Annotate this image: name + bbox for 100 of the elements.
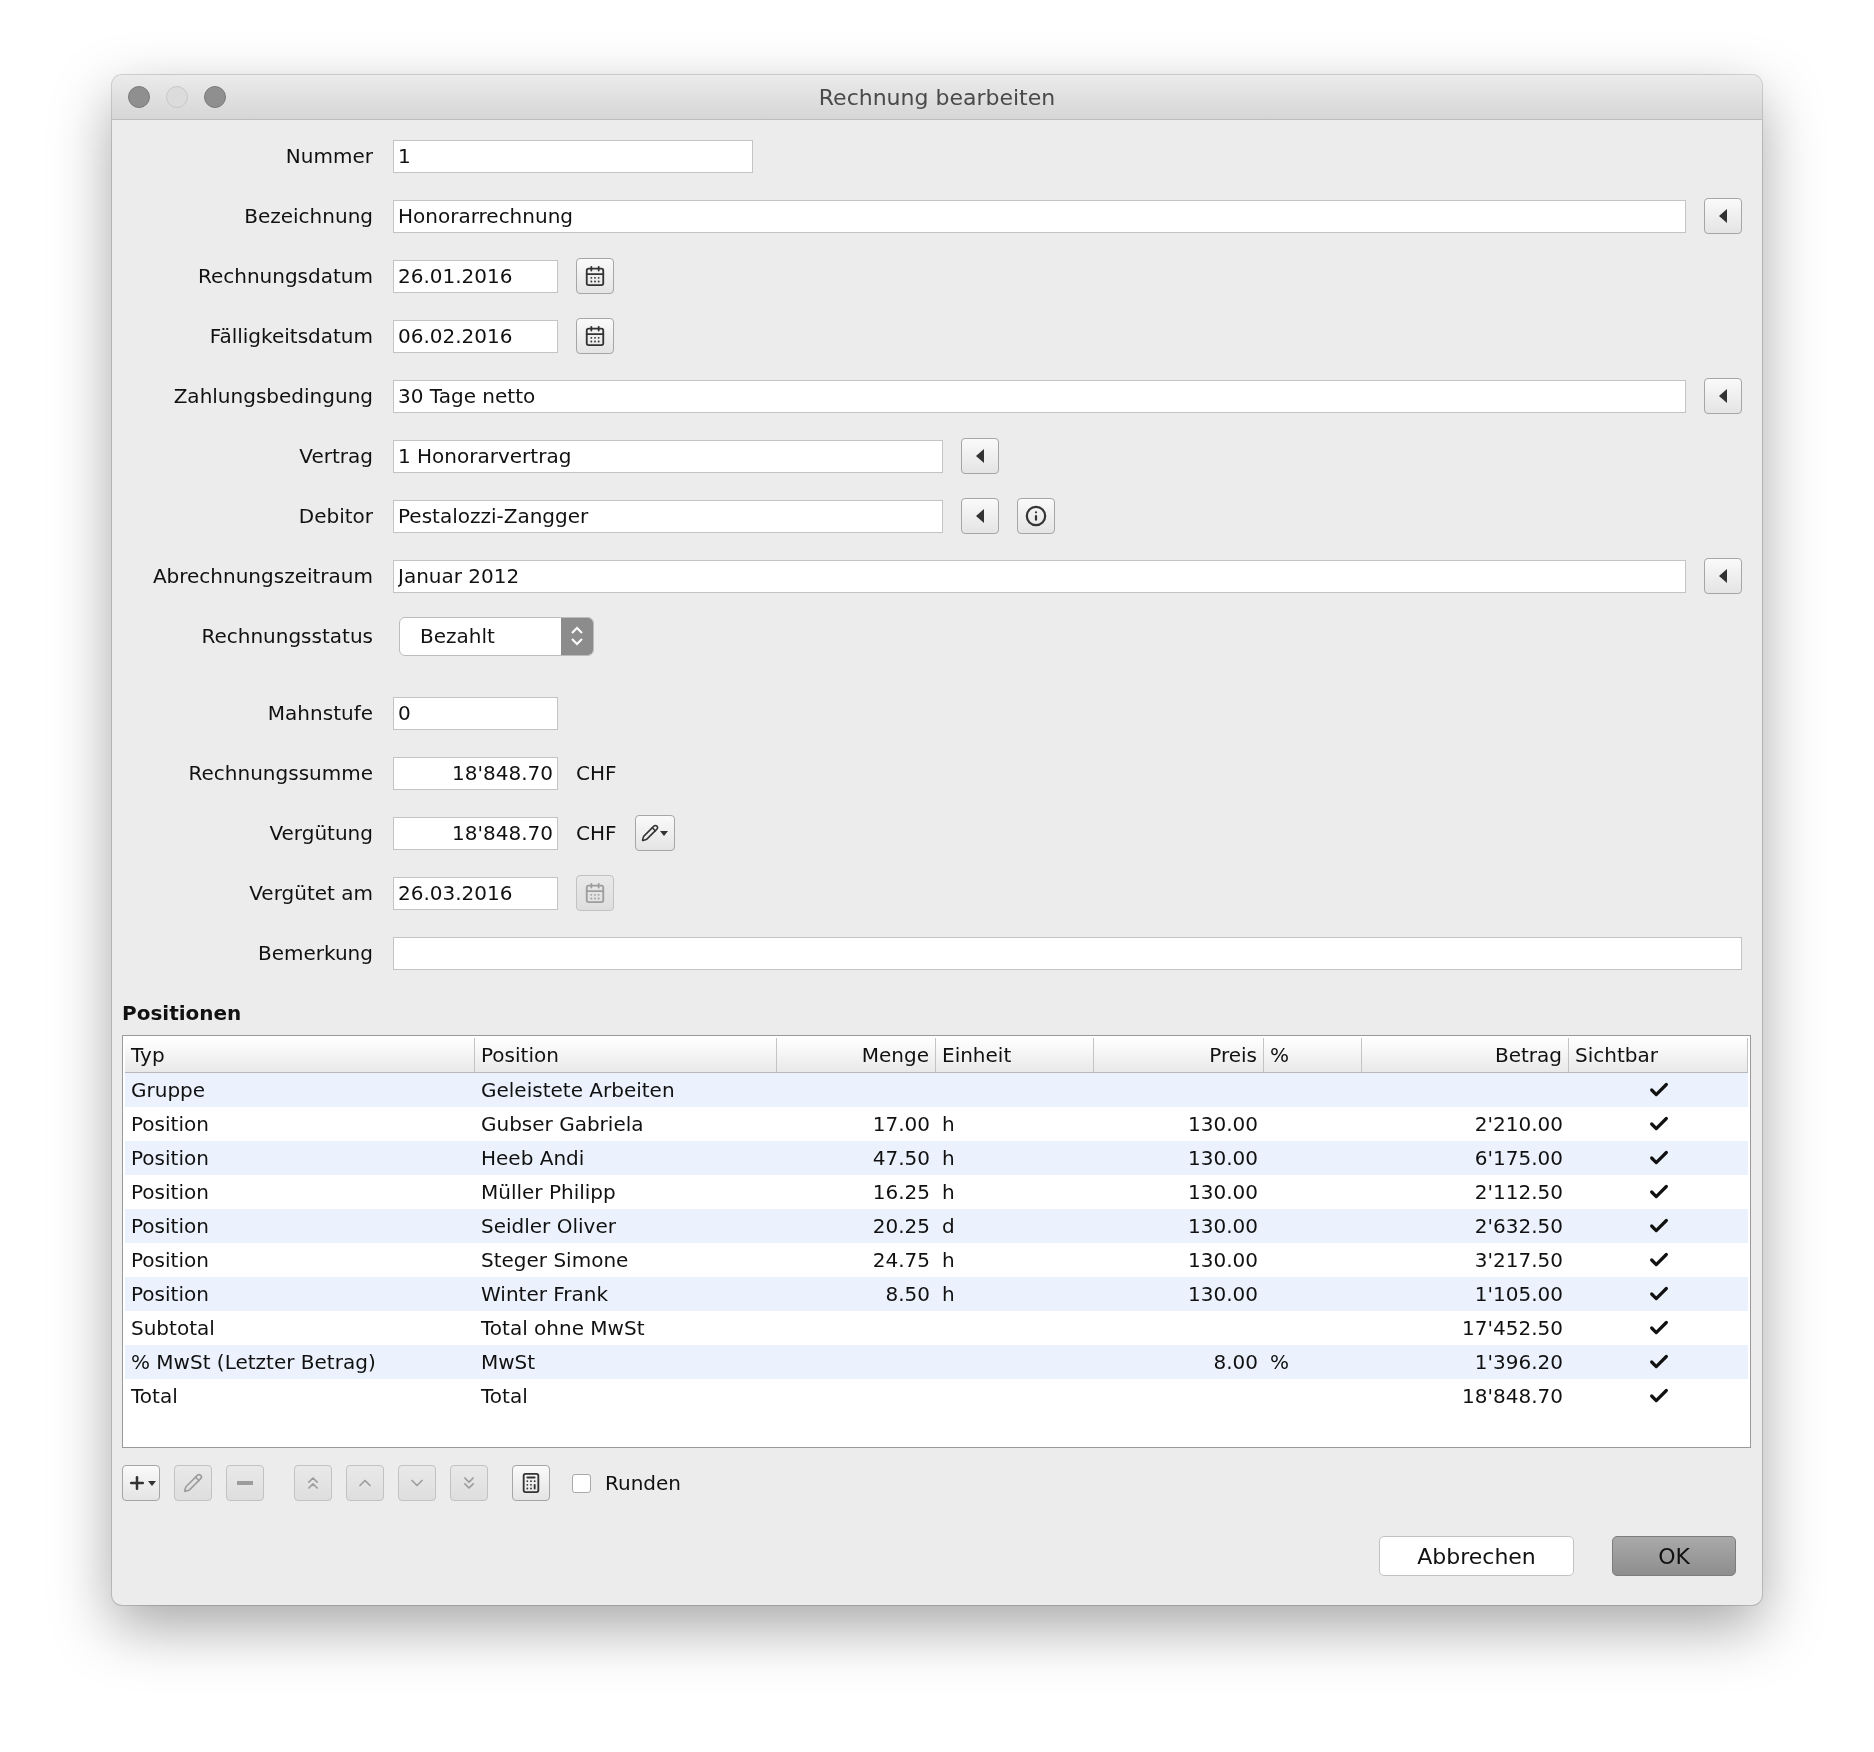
left-triangle-icon	[975, 509, 985, 523]
table-cell-text: h	[941, 1179, 956, 1206]
table-cell-text: h	[941, 1145, 956, 1172]
table-cell-text: Geleistete Arbeiten	[480, 1077, 676, 1104]
left-triangle-icon	[1718, 209, 1728, 223]
input-field[interactable]: Pestalozzi-Zangger	[393, 499, 943, 533]
pencil-icon	[641, 824, 659, 842]
edit-menu-button[interactable]	[634, 815, 675, 851]
calculator-icon	[520, 1472, 542, 1494]
left-triangle-icon	[1718, 389, 1728, 403]
input-field[interactable]: 06.02.2016	[393, 319, 558, 353]
table-cell-text: 130.00	[1187, 1213, 1259, 1240]
table-cell-text: 20.25	[871, 1213, 931, 1240]
column-header[interactable]: Position	[475, 1038, 777, 1072]
table-cell-text: Gruppe	[130, 1077, 207, 1104]
table-cell-text: 24.75	[871, 1247, 931, 1274]
caret-icon	[660, 830, 668, 836]
window-title: Rechnung bearbeiten	[818, 84, 1056, 110]
status-select[interactable]: Bezahlt	[399, 616, 594, 656]
left-triangle-icon	[1718, 569, 1728, 583]
cancel-button[interactable]: Abbrechen	[1379, 1536, 1574, 1576]
table-cell-text: 18'848.70	[1461, 1383, 1564, 1410]
table-cell-text: 17'452.50	[1461, 1315, 1564, 1342]
input-field[interactable]: 26.03.2016	[393, 876, 558, 910]
field-label: Debitor	[297, 504, 374, 528]
table-cell-text: Total	[130, 1383, 179, 1410]
column-header[interactable]: Preis	[1094, 1038, 1264, 1072]
table-cell-text: Position	[130, 1281, 210, 1308]
table-cell-text: 130.00	[1187, 1111, 1259, 1138]
input-field[interactable]: Honorarrechnung	[393, 199, 1686, 233]
left-triangle-icon	[975, 449, 985, 463]
table-cell-text: h	[941, 1111, 956, 1138]
table-cell-text: MwSt	[480, 1349, 537, 1376]
field-label: Rechnungsstatus	[200, 624, 374, 648]
input-field[interactable]: 26.01.2016	[393, 259, 558, 293]
lookup-button[interactable]	[961, 498, 999, 534]
ok-button[interactable]: OK	[1612, 1536, 1736, 1576]
field-label: Zahlungsbedingung	[172, 384, 374, 408]
table-cell-text: 6'175.00	[1473, 1145, 1564, 1172]
info-button[interactable]	[1017, 498, 1055, 534]
table-cell-text: Heeb Andi	[480, 1145, 586, 1172]
calendar-button[interactable]	[576, 318, 614, 354]
input-field[interactable]: 18'848.70	[393, 756, 558, 790]
lookup-button[interactable]	[1704, 558, 1742, 594]
calendar-icon	[584, 882, 606, 904]
input-field[interactable]: 1	[393, 139, 753, 173]
table-cell-text: % MwSt (Letzter Betrag)	[130, 1349, 377, 1376]
field-label: Nummer	[284, 144, 374, 168]
field-label: Rechnungsdatum	[196, 264, 374, 288]
lookup-button[interactable]	[1704, 198, 1742, 234]
column-header[interactable]: Betrag	[1362, 1038, 1569, 1072]
table-cell-text: 47.50	[871, 1145, 931, 1172]
close-button[interactable]	[128, 86, 150, 108]
input-field[interactable]	[393, 936, 1742, 970]
calendar-button[interactable]	[576, 258, 614, 294]
table-cell-text: h	[941, 1281, 956, 1308]
calendar-icon	[584, 265, 606, 287]
table-cell-text: 3'217.50	[1473, 1247, 1564, 1274]
input-field[interactable]: 0	[393, 696, 558, 730]
input-field[interactable]: 30 Tage netto	[393, 379, 1686, 413]
section-heading: Positionen	[122, 1001, 243, 1027]
table-cell-text: 2'210.00	[1473, 1111, 1564, 1138]
table-cell-text: 130.00	[1187, 1281, 1259, 1308]
lookup-button[interactable]	[961, 438, 999, 474]
calculator-button[interactable]	[512, 1465, 550, 1501]
table-cell-text: 8.00	[1212, 1349, 1259, 1376]
column-header[interactable]: Einheit	[936, 1038, 1094, 1072]
table-cell-text: %	[1269, 1349, 1290, 1376]
table-cell-text: Position	[130, 1247, 210, 1274]
checkbox-label: Runden	[605, 1471, 682, 1495]
checkbox[interactable]	[572, 1473, 591, 1493]
field-label: Bezeichnung	[243, 204, 374, 228]
lookup-button[interactable]	[1704, 378, 1742, 414]
up-down-arrows-icon	[570, 625, 584, 647]
table-cell-text: d	[941, 1213, 956, 1240]
zoom-button[interactable]	[204, 86, 226, 108]
calendar-icon	[584, 325, 606, 347]
table-cell-text: Total ohne MwSt	[480, 1315, 646, 1342]
column-header[interactable]: %	[1264, 1038, 1362, 1072]
table-cell-text: 17.00	[871, 1111, 931, 1138]
table-cell-text: 2'632.50	[1473, 1213, 1564, 1240]
field-label: Bemerkung	[256, 941, 374, 965]
input-field[interactable]: 18'848.70	[393, 816, 558, 850]
field-label: Rechnungssumme	[187, 761, 374, 785]
table-cell-text: Total	[480, 1383, 529, 1410]
caret-icon	[147, 1480, 156, 1486]
add-button[interactable]	[122, 1465, 160, 1501]
table-cell-text: h	[941, 1247, 956, 1274]
table-cell-text: Subtotal	[130, 1315, 216, 1342]
column-header[interactable]: Sichtbar	[1569, 1038, 1748, 1072]
column-header[interactable]: Menge	[777, 1038, 936, 1072]
table-cell-text: 1'105.00	[1473, 1281, 1564, 1308]
field-label: Fälligkeitsdatum	[208, 324, 374, 348]
field-label: Abrechnungszeitraum	[151, 564, 374, 588]
table-cell-text: 1'396.20	[1473, 1349, 1564, 1376]
table-cell-text: 130.00	[1187, 1179, 1259, 1206]
table-cell-text: Position	[130, 1145, 210, 1172]
column-header[interactable]: Typ	[125, 1038, 475, 1072]
table-cell-text: 2'112.50	[1473, 1179, 1564, 1206]
input-field[interactable]: 1 Honorarvertrag	[393, 439, 943, 473]
